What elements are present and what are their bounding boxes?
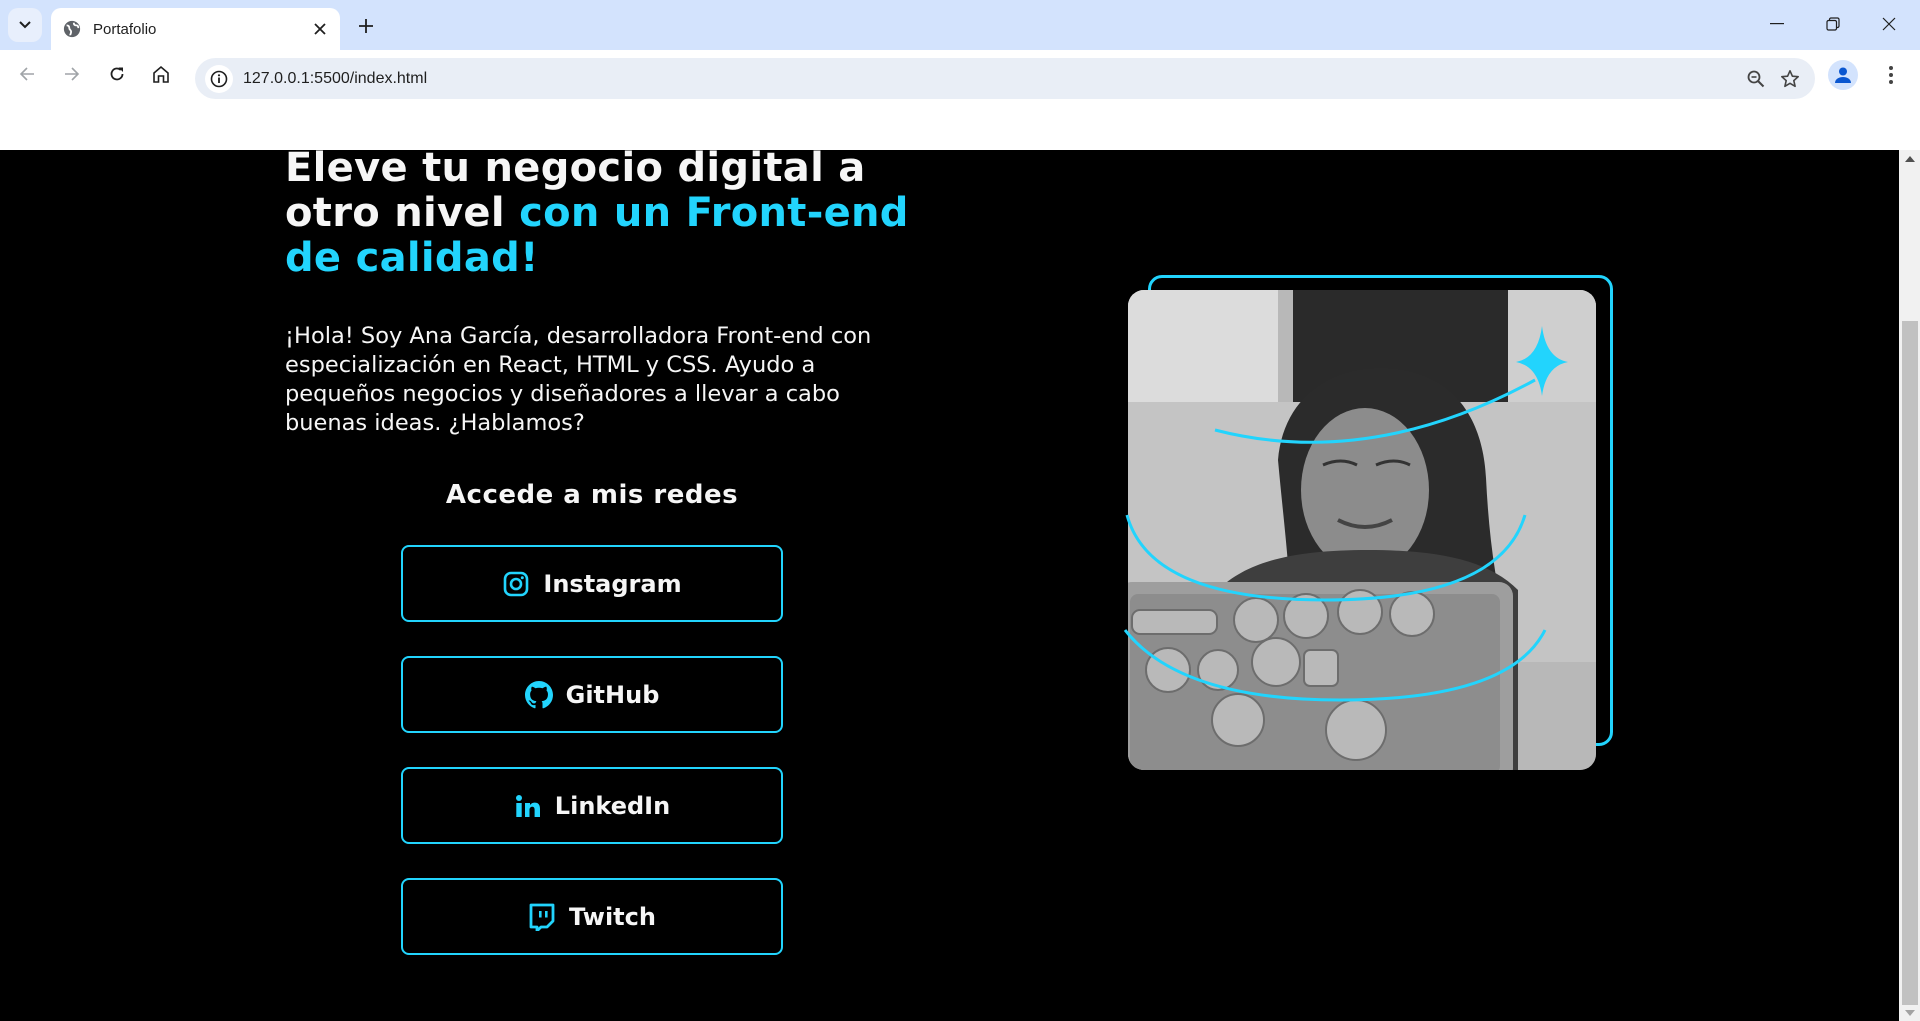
site-info-button[interactable] bbox=[205, 64, 233, 93]
decorative-orbits bbox=[1123, 326, 1568, 702]
orbit-line bbox=[1123, 629, 1547, 702]
scroll-down-button[interactable] bbox=[1899, 1004, 1920, 1021]
scroll-up-button[interactable] bbox=[1899, 150, 1920, 167]
more-menu-icon bbox=[1889, 66, 1893, 84]
minimize-icon bbox=[1770, 23, 1784, 25]
github-label: GitHub bbox=[565, 680, 660, 709]
page-viewport: Eleve tu negocio digital a otro nivel co… bbox=[0, 102, 1899, 1021]
linkedin-button[interactable]: LinkedIn bbox=[401, 767, 783, 844]
close-icon bbox=[314, 23, 326, 35]
hero-headline: Eleve tu negocio digital a otro nivel co… bbox=[285, 146, 925, 281]
chevron-down-icon bbox=[19, 21, 31, 29]
reload-icon bbox=[110, 67, 124, 81]
back-button[interactable] bbox=[10, 57, 44, 91]
tab-title: Portafolio bbox=[93, 20, 157, 38]
browser-toolbar: 127.0.0.1:5500/index.html bbox=[0, 50, 1920, 102]
url-text[interactable]: 127.0.0.1:5500/index.html bbox=[243, 70, 1739, 88]
scroll-thumb[interactable] bbox=[1902, 321, 1918, 1005]
github-button[interactable]: GitHub bbox=[401, 656, 783, 733]
reload-button[interactable] bbox=[100, 57, 134, 91]
tab-strip: Portafolio bbox=[0, 0, 1920, 50]
profile-icon bbox=[1835, 67, 1851, 83]
home-button[interactable] bbox=[144, 57, 178, 91]
instagram-label: Instagram bbox=[543, 569, 682, 598]
profile-button[interactable] bbox=[1828, 60, 1858, 90]
info-icon bbox=[210, 70, 228, 87]
globe-icon bbox=[63, 20, 81, 38]
github-icon bbox=[524, 680, 553, 708]
restore-button[interactable] bbox=[1810, 6, 1856, 42]
bookmark-button[interactable] bbox=[1773, 62, 1807, 96]
linkedin-label: LinkedIn bbox=[554, 791, 671, 820]
page-scrollbar[interactable] bbox=[1899, 150, 1920, 1021]
back-icon bbox=[19, 67, 34, 81]
close-window-button[interactable] bbox=[1866, 6, 1912, 42]
arrow-up-icon bbox=[1904, 155, 1915, 162]
more-menu-button[interactable] bbox=[1876, 60, 1906, 90]
close-icon bbox=[1882, 17, 1896, 31]
instagram-icon bbox=[504, 571, 529, 596]
address-bar[interactable]: 127.0.0.1:5500/index.html bbox=[195, 58, 1815, 99]
arrow-down-icon bbox=[1904, 1009, 1915, 1016]
minimize-button[interactable] bbox=[1754, 6, 1800, 42]
twitch-label: Twitch bbox=[569, 902, 656, 931]
instagram-button[interactable]: Instagram bbox=[401, 545, 783, 622]
bookmark-star-icon bbox=[1781, 69, 1799, 87]
orbit-line bbox=[1214, 378, 1536, 444]
tab-portafolio[interactable]: Portafolio bbox=[51, 8, 340, 50]
forward-icon bbox=[65, 67, 80, 81]
home-icon bbox=[153, 65, 169, 83]
hero-section: Eleve tu negocio digital a otro nivel co… bbox=[0, 146, 1899, 1021]
hero-intro: ¡Hola! Soy Ana García, desarrolladora Fr… bbox=[285, 323, 872, 436]
linkedin-icon bbox=[515, 794, 540, 817]
twitch-icon bbox=[529, 903, 555, 931]
forward-button[interactable] bbox=[55, 57, 89, 91]
plus-icon bbox=[359, 19, 373, 33]
close-tab-button[interactable] bbox=[308, 17, 332, 41]
orbit-line bbox=[1125, 514, 1527, 602]
social-title: Accede a mis redes bbox=[445, 480, 739, 510]
tab-search-button[interactable] bbox=[8, 8, 42, 42]
restore-icon bbox=[1826, 17, 1840, 31]
zoom-out-icon bbox=[1747, 70, 1765, 87]
twitch-button[interactable]: Twitch bbox=[401, 878, 783, 955]
zoom-button[interactable] bbox=[1739, 62, 1773, 96]
new-tab-button[interactable] bbox=[352, 12, 380, 40]
